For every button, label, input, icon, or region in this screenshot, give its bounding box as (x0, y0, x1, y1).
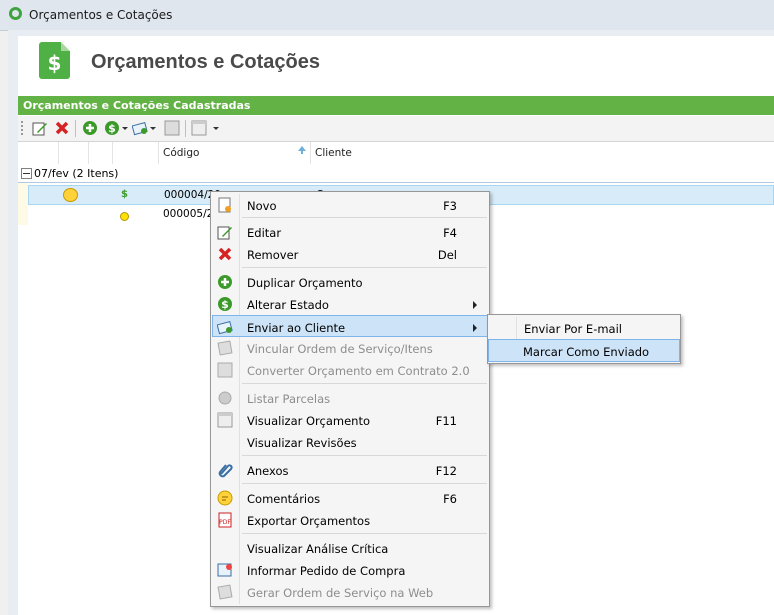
menu-item-visualizar-revisoes[interactable]: Visualizar Revisões (213, 431, 487, 453)
menu-item-converter-contrato[interactable]: Converter Orçamento em Contrato 2.0 (213, 359, 487, 381)
page-title: Orçamentos e Cotações (91, 51, 320, 73)
submenu-arrow-icon (473, 301, 477, 309)
send-icon (217, 320, 233, 335)
column-divider (112, 142, 113, 164)
menu-item-alterar-estado[interactable]: $ Alterar Estado (213, 293, 487, 315)
column-divider (88, 142, 89, 164)
column-divider (310, 142, 311, 164)
row-indicator-stripe (18, 183, 28, 225)
pdf-icon: PDF (218, 512, 232, 528)
context-menu: Novo F3 Editar F4 Remover Del Duplicar O… (210, 191, 490, 607)
column-divider (58, 142, 59, 164)
new-icon (218, 197, 231, 213)
status-dropdown-arrow[interactable] (122, 127, 128, 130)
menu-item-visualizar-orcamento[interactable]: Visualizar Orçamento F11 (213, 409, 487, 431)
window-titlebar: Orçamentos e Cotações (0, 0, 774, 31)
menu-item-listar-parcelas[interactable]: Listar Parcelas (213, 387, 487, 409)
add-icon[interactable] (82, 120, 98, 136)
send-submenu: Enviar Por E-mail Marcar Como Enviado (487, 314, 681, 364)
group-label: 07/fev (2 Itens) (34, 167, 119, 180)
menu-item-exportar[interactable]: PDF Exportar Orçamentos (213, 509, 487, 531)
collapse-toggle-icon[interactable] (21, 168, 32, 179)
status-icon[interactable]: $ (104, 120, 120, 136)
status-icon: $ (218, 297, 232, 311)
form-icon[interactable] (164, 120, 180, 136)
svg-text:$: $ (221, 298, 229, 311)
menu-item-vincular-os[interactable]: Vincular Ordem de Serviço/Itens (213, 337, 487, 359)
section-header: Orçamentos e Cotações Cadastradas (18, 96, 774, 115)
sort-arrow-icon (298, 146, 306, 154)
submenu-item-enviar-email[interactable]: Enviar Por E-mail (490, 317, 678, 338)
edit-icon[interactable] (32, 120, 48, 136)
view-icon[interactable] (191, 120, 207, 136)
remove-icon (218, 247, 232, 261)
comment-icon (217, 490, 233, 506)
send-dropdown-arrow[interactable] (150, 127, 156, 130)
menu-item-remover[interactable]: Remover Del (213, 243, 487, 265)
grid-column-header: Código Cliente (18, 142, 774, 164)
remove-icon[interactable] (54, 120, 70, 136)
toolbar: $ (18, 116, 774, 142)
column-cliente[interactable]: Cliente (315, 147, 352, 159)
svg-text:$: $ (108, 122, 116, 135)
menu-item-novo[interactable]: Novo F3 (213, 194, 487, 216)
svg-text:PDF: PDF (219, 519, 231, 526)
comment-icon (63, 188, 78, 202)
send-icon[interactable] (132, 120, 148, 136)
menu-item-gerar-os-web[interactable]: Gerar Ordem de Serviço na Web (213, 581, 487, 603)
menu-item-pedido-compra[interactable]: Informar Pedido de Compra (213, 559, 487, 581)
duplicate-icon (218, 275, 232, 289)
section-title: Orçamentos e Cotações Cadastradas (23, 99, 251, 112)
column-codigo[interactable]: Código (163, 147, 199, 159)
web-order-icon (217, 584, 233, 600)
menu-item-comentarios[interactable]: Comentários F6 (213, 487, 487, 509)
purchase-order-icon (217, 563, 232, 577)
group-row[interactable]: 07/fev (2 Itens) (18, 165, 774, 183)
menu-item-analise-critica[interactable]: Visualizar Análise Crítica (213, 537, 487, 559)
installments-icon (218, 391, 232, 405)
menu-item-enviar-ao-cliente[interactable]: Enviar ao Cliente (212, 315, 488, 337)
view-dropdown-arrow[interactable] (213, 127, 219, 130)
toolbar-separator (185, 120, 186, 137)
menu-item-anexos[interactable]: Anexos F12 (213, 459, 487, 481)
convert-icon (217, 362, 233, 378)
app-icon (9, 7, 22, 20)
paperclip-icon (218, 464, 233, 478)
status-dot-icon (120, 212, 129, 221)
menu-item-duplicar[interactable]: Duplicar Orçamento (213, 271, 487, 293)
submenu-arrow-icon (473, 324, 477, 332)
column-divider (158, 142, 159, 164)
dollar-status-icon: $ (121, 189, 128, 200)
view-icon (217, 412, 233, 428)
toolbar-separator (75, 120, 76, 137)
toolbar-grip[interactable] (21, 121, 23, 136)
link-icon (217, 340, 233, 356)
dollar-document-icon: $ (39, 42, 70, 79)
submenu-item-marcar-enviado[interactable]: Marcar Como Enviado (488, 339, 680, 362)
window-title: Orçamentos e Cotações (29, 8, 173, 22)
edit-icon (217, 226, 232, 240)
menu-item-editar[interactable]: Editar F4 (213, 221, 487, 243)
